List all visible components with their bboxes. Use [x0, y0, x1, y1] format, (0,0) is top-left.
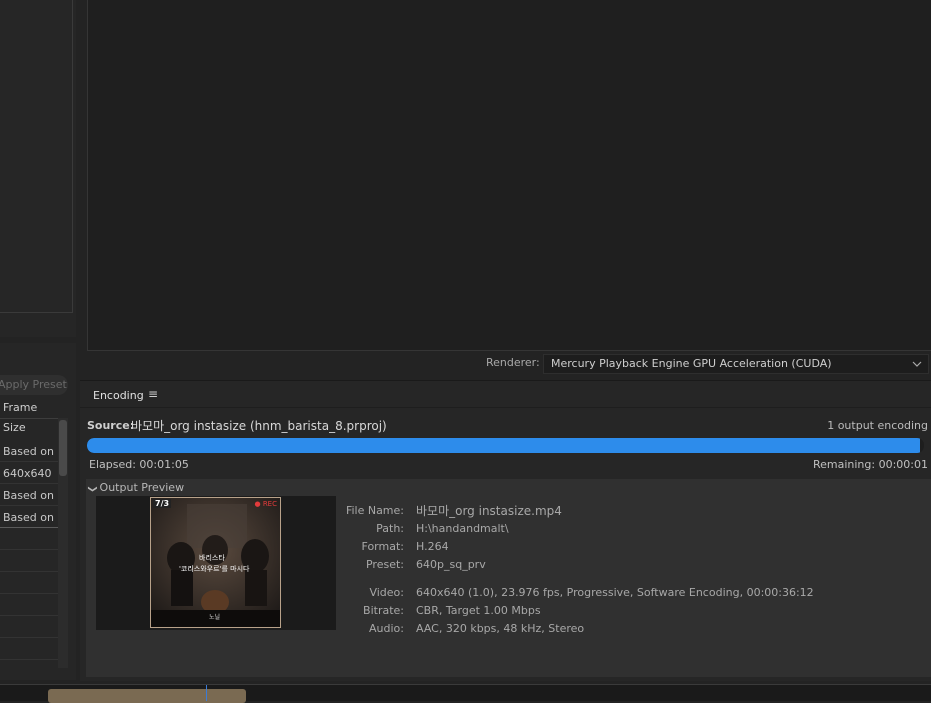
preset-row-empty: [0, 551, 58, 572]
meta-value: 640p_sq_prv: [416, 558, 486, 571]
meta-value: CBR, Target 1.00 Mbps: [416, 604, 541, 617]
encoding-progress-fill: [87, 438, 920, 453]
output-preview-label: Output Preview: [99, 481, 185, 494]
tab-encoding[interactable]: Encoding: [93, 389, 144, 402]
encoding-progress-bar: [87, 438, 924, 453]
timeline-clip[interactable]: [48, 689, 246, 703]
renderer-value: Mercury Playback Engine GPU Acceleration…: [551, 357, 832, 370]
meta-value: 바모마_org instasize.mp4: [416, 504, 562, 518]
source-value: 바모마_org instasize (hnm_barista_8.prproj): [131, 419, 387, 433]
preset-row-1[interactable]: Based on s: [0, 441, 58, 462]
timeline-strip: [0, 684, 931, 703]
thumbnail-text-line2: '코리스와우르'를 마시다: [179, 565, 250, 573]
frame-size-column-header[interactable]: Frame Size: [0, 398, 61, 434]
preset-row-2[interactable]: 640x640: [0, 463, 58, 484]
preset-row-empty: [0, 617, 58, 638]
preset-row-3[interactable]: Based on s: [0, 485, 58, 506]
meta-value: H:\handandmalt\: [416, 522, 509, 535]
meta-label: Path:: [376, 522, 404, 535]
preset-row-4[interactable]: Based on s: [0, 507, 58, 528]
playhead[interactable]: [206, 685, 207, 701]
meta-value: AAC, 320 kbps, 48 kHz, Stereo: [416, 622, 585, 635]
source-label: Source:: [87, 419, 135, 432]
thumbnail-footer-text: 노닐: [209, 614, 221, 621]
panel-menu-icon[interactable]: ≡: [148, 387, 158, 401]
meta-label: Bitrate:: [363, 604, 404, 617]
renderer-label: Renderer:: [486, 356, 540, 369]
chevron-right-icon: ❯: [86, 485, 97, 493]
thumbnail-badge-left: 7/3: [153, 499, 172, 508]
video-thumbnail: 7/3 ● REC 바리스타 '코리스와우르'를 마시다 노닐: [150, 497, 281, 628]
elapsed-time: Elapsed: 00:01:05: [89, 458, 189, 471]
meta-label: Audio:: [369, 622, 404, 635]
encoding-panel: Encoding ≡ Source: 바모마_org instasize (hn…: [80, 380, 931, 681]
preview-viewer: [87, 0, 931, 351]
apply-preset-button[interactable]: Apply Preset: [0, 375, 68, 395]
left-top-panel: [0, 0, 76, 337]
meta-label: File Name:: [345, 504, 404, 517]
preset-row-empty: [0, 529, 58, 550]
output-preview-frame: 7/3 ● REC 바리스타 '코리스와우르'를 마시다 노닐: [96, 496, 336, 630]
tab-divider: [80, 407, 931, 408]
meta-value: H.264: [416, 540, 449, 553]
output-preview-section: ❯ Output Preview 7/3 ● REC 바리스타 '코리스와우르'…: [86, 479, 931, 677]
preset-list-scrollbar[interactable]: [59, 420, 67, 476]
meta-label: Preset:: [365, 558, 404, 571]
meta-label: Video:: [369, 586, 404, 599]
preset-row-empty: [0, 595, 58, 616]
preset-row-empty: [0, 573, 58, 594]
preset-row-empty: [0, 639, 58, 660]
thumbnail-text-line1: 바리스타: [199, 554, 225, 562]
output-preview-toggle[interactable]: ❯ Output Preview: [86, 481, 185, 494]
meta-label: Format:: [361, 540, 404, 553]
thumbnail-rec-badge: ● REC: [254, 500, 277, 508]
meta-value: 640x640 (1.0), 23.976 fps, Progressive, …: [416, 586, 814, 599]
output-encoding-count: 1 output encoding: [827, 419, 928, 432]
remaining-time: Remaining: 00:00:01: [812, 458, 928, 471]
renderer-dropdown[interactable]: Mercury Playback Engine GPU Acceleration…: [543, 354, 929, 374]
chevron-down-icon: [912, 355, 922, 380]
left-top-panel-inner: [0, 0, 73, 313]
